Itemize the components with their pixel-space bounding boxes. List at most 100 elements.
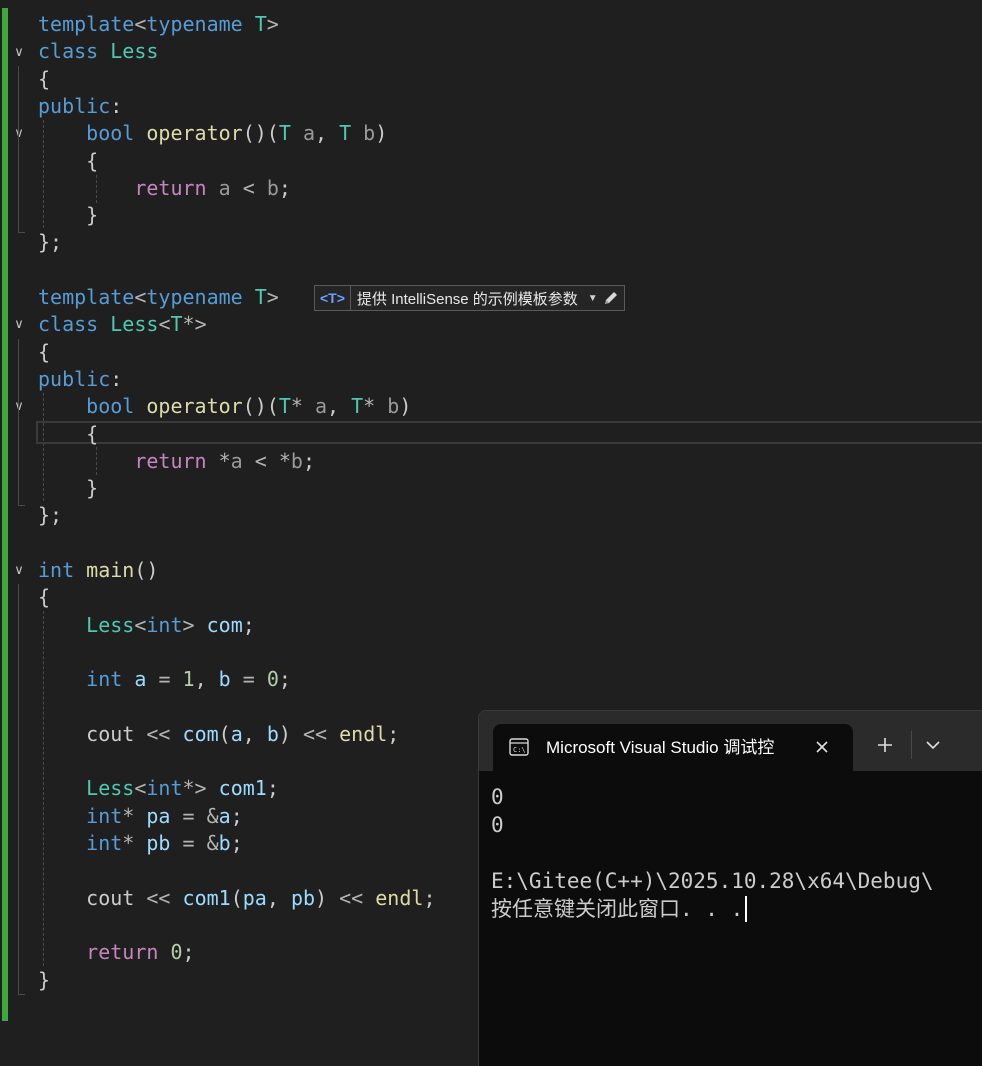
code-line[interactable]: Less<int*> com1; bbox=[38, 775, 279, 802]
code-line[interactable]: int main() bbox=[38, 557, 158, 584]
code-token: << bbox=[339, 885, 364, 910]
code-token: com bbox=[206, 612, 243, 637]
code-line[interactable]: bool operator()(T a, T b) bbox=[38, 120, 387, 147]
template-parameter-tag: <T> bbox=[315, 286, 351, 310]
code-line[interactable]: int a = 1, b = 0; bbox=[38, 666, 291, 693]
code-line[interactable]: cout << com(a, b) << endl; bbox=[38, 721, 399, 748]
code-token: : bbox=[110, 93, 123, 118]
titlebar-divider bbox=[911, 731, 912, 759]
code-line[interactable]: return *a < *b; bbox=[38, 448, 315, 475]
dropdown-arrow-icon[interactable]: ▼ bbox=[584, 293, 602, 304]
chevron-down-icon[interactable] bbox=[923, 737, 943, 753]
code-token: ) bbox=[399, 394, 412, 419]
code-token: operator bbox=[146, 121, 243, 146]
code-token: = bbox=[158, 667, 171, 692]
code-line[interactable]: int* pa = &a; bbox=[38, 803, 243, 830]
code-token: template bbox=[38, 12, 135, 36]
svg-text:C:\: C:\ bbox=[513, 746, 526, 754]
code-line[interactable]: template<typename T> bbox=[38, 284, 279, 311]
code-line[interactable]: { bbox=[38, 66, 50, 93]
code-line[interactable]: class Less bbox=[38, 38, 158, 65]
code-line[interactable]: Less<int> com; bbox=[38, 612, 255, 639]
fold-toggle-class-less-ptr[interactable]: ∨ bbox=[10, 311, 28, 338]
console-output-line: 0 bbox=[491, 813, 504, 837]
code-token: return bbox=[86, 940, 159, 965]
code-token: pa bbox=[242, 885, 267, 910]
code-line[interactable]: public: bbox=[38, 93, 122, 120]
code-token: < bbox=[134, 612, 147, 637]
code-token: = bbox=[242, 667, 255, 692]
code-line[interactable]: } bbox=[38, 202, 98, 229]
code-line[interactable]: bool operator()(T* a, T* b) bbox=[38, 393, 411, 420]
code-token: class bbox=[38, 312, 99, 337]
code-token: b bbox=[218, 667, 231, 692]
code-line[interactable]: return 0; bbox=[38, 939, 194, 966]
debug-console-window[interactable]: C:\ Microsoft Visual Studio 调试控 0 0 E:\Git… bbox=[478, 710, 982, 1066]
fold-toggle-class-less[interactable]: ∨ bbox=[10, 39, 28, 66]
code-line[interactable]: }; bbox=[38, 229, 62, 256]
fold-toggle-operator-1[interactable]: ∨ bbox=[10, 120, 28, 147]
code-line[interactable]: } bbox=[38, 967, 50, 994]
code-token: typename bbox=[146, 285, 243, 309]
code-token: } bbox=[38, 203, 99, 228]
code-token: }; bbox=[38, 230, 63, 255]
code-token: int bbox=[86, 667, 123, 692]
code-token: * bbox=[278, 448, 291, 473]
pencil-icon[interactable] bbox=[602, 289, 620, 307]
close-icon[interactable] bbox=[811, 736, 833, 758]
code-token: * bbox=[218, 448, 231, 473]
code-token: * bbox=[363, 394, 376, 419]
code-token: pb bbox=[290, 885, 316, 910]
code-line[interactable]: return a < b; bbox=[38, 175, 291, 202]
code-token: ()( bbox=[242, 121, 279, 146]
code-token: = bbox=[182, 803, 195, 828]
console-output: 0 0 E:\Gitee(C++)\2025.10.28\x64\Debug\ 按任意… bbox=[491, 783, 982, 923]
code-line[interactable]: public: bbox=[38, 366, 122, 393]
plus-icon[interactable] bbox=[875, 735, 895, 755]
code-token: class bbox=[38, 39, 99, 64]
code-token: ( bbox=[230, 885, 243, 910]
code-line[interactable]: cout << com1(pa, pb) << endl; bbox=[38, 885, 435, 912]
intellisense-template-hint[interactable]: <T> 提供 IntelliSense 的示例模板参数 ▼ bbox=[314, 285, 625, 311]
code-token: b bbox=[266, 721, 279, 746]
code-token: () bbox=[134, 558, 159, 582]
code-line[interactable]: template<typename T> bbox=[38, 11, 279, 38]
fold-toggle-operator-2[interactable]: ∨ bbox=[10, 393, 28, 420]
code-token: ; bbox=[266, 776, 279, 801]
code-line[interactable]: } bbox=[38, 475, 98, 502]
code-token: com1 bbox=[218, 776, 267, 801]
code-line[interactable]: { bbox=[38, 339, 50, 366]
console-tab[interactable]: C:\ Microsoft Visual Studio 调试控 bbox=[493, 724, 853, 771]
code-token: * bbox=[290, 394, 303, 419]
code-token: * bbox=[122, 831, 135, 855]
code-token: > bbox=[182, 612, 195, 637]
code-line[interactable]: { bbox=[38, 421, 98, 448]
code-line[interactable]: }; bbox=[38, 502, 62, 529]
hint-label: 提供 IntelliSense 的示例模板参数 bbox=[356, 290, 578, 308]
code-token: pb bbox=[146, 831, 171, 855]
code-line[interactable]: { bbox=[38, 584, 50, 611]
fold-toggle-main[interactable]: ∨ bbox=[10, 557, 28, 584]
code-line[interactable]: int* pb = &b; bbox=[38, 830, 243, 857]
code-line[interactable]: class Less<T*> bbox=[38, 311, 207, 338]
code-token: T bbox=[170, 312, 183, 337]
code-line[interactable]: { bbox=[38, 148, 98, 175]
code-token: ; bbox=[278, 175, 291, 200]
code-token: T bbox=[278, 121, 291, 146]
